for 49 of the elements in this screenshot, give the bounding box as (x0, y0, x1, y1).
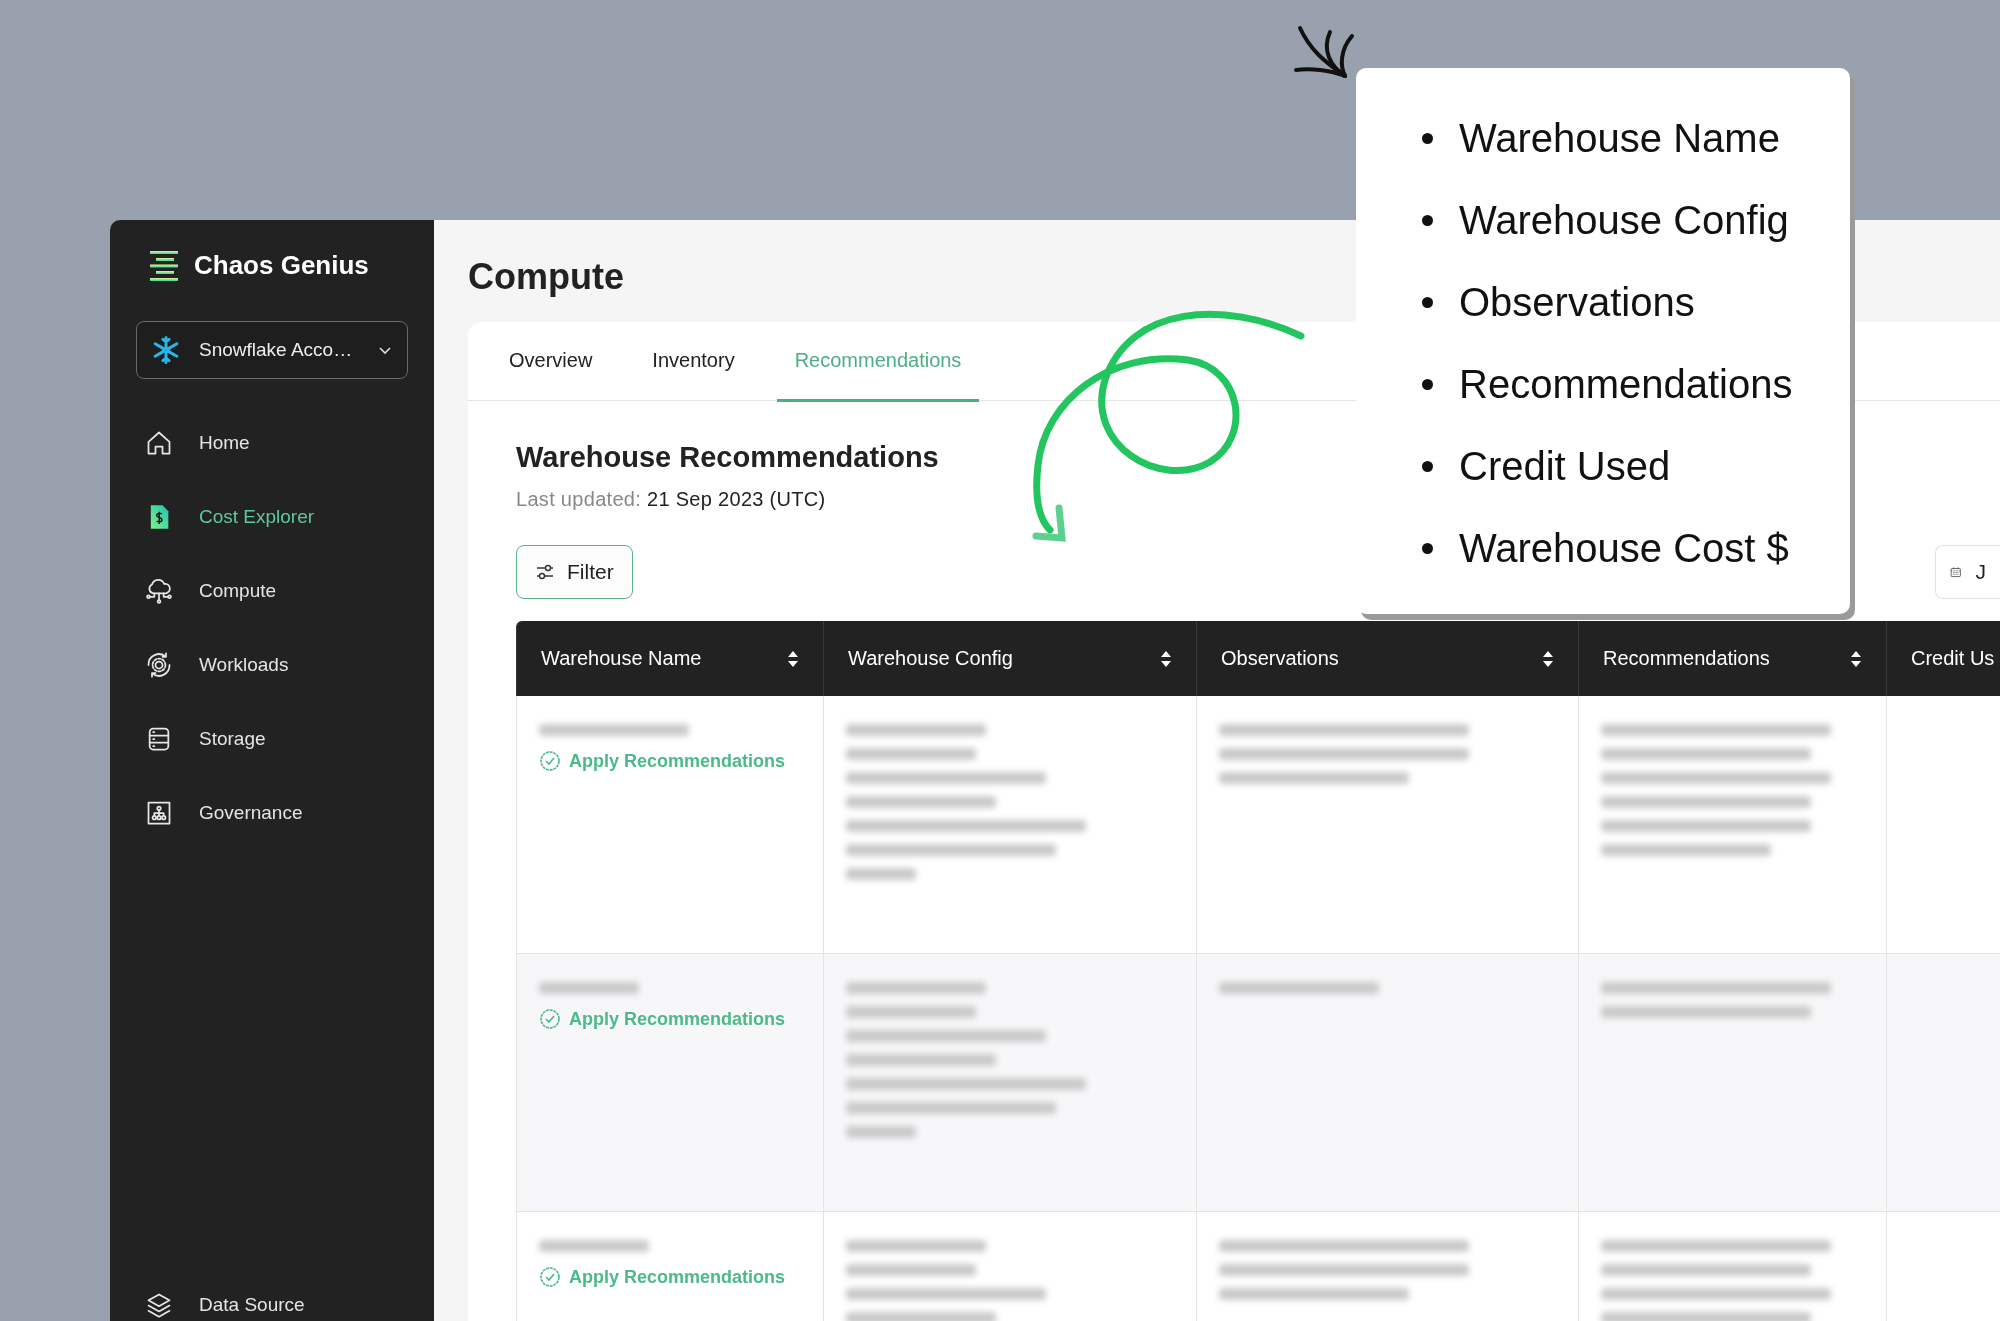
check-badge-icon (539, 1008, 561, 1030)
sidebar-item[interactable]: Data Source (136, 1289, 305, 1321)
sidebar-item[interactable]: Storage (136, 725, 266, 753)
callout-item: Recommendations (1459, 362, 1793, 407)
gear-cycle-icon (145, 651, 173, 679)
logo-icon (148, 250, 180, 281)
sort-icon (787, 649, 799, 668)
date-picker-button[interactable]: J (1935, 545, 2000, 599)
brand-name: Chaos Genius (194, 250, 369, 281)
home-icon (145, 429, 173, 457)
column-header[interactable]: Warehouse Config (823, 621, 1196, 696)
callout-item: Warehouse Cost $ (1459, 526, 1789, 571)
bullet-icon (1422, 133, 1433, 144)
tab[interactable]: Overview (491, 322, 611, 402)
sidebar-item[interactable]: Home (136, 429, 250, 457)
callout-item: Observations (1459, 280, 1695, 325)
column-header[interactable]: Observations (1196, 621, 1578, 696)
sort-icon (1160, 649, 1172, 668)
callout-item: Warehouse Name (1459, 116, 1780, 161)
tab[interactable]: Inventory (634, 322, 753, 402)
cloud-network-icon (145, 577, 173, 605)
bullet-icon (1422, 215, 1433, 226)
section-title: Warehouse Recommendations (516, 441, 939, 474)
column-header[interactable]: Credit Us (1886, 621, 2000, 696)
page-title: Compute (468, 256, 625, 298)
snowflake-icon (151, 335, 181, 365)
callout-item: Warehouse Config (1459, 198, 1789, 243)
sparkle-drawing (1294, 26, 1354, 78)
bullet-icon (1422, 297, 1433, 308)
sort-icon (1850, 649, 1862, 668)
check-badge-icon (539, 1266, 561, 1288)
sort-icon (1542, 649, 1554, 668)
sidebar-item[interactable]: Governance (136, 799, 303, 827)
column-header[interactable]: Recommendations (1578, 621, 1886, 696)
bullet-icon (1422, 379, 1433, 390)
callout-item: Credit Used (1459, 444, 1671, 489)
sidebar-item[interactable]: Cost Explorer (136, 503, 315, 531)
filter-button[interactable]: Filter (516, 545, 633, 599)
check-badge-icon (539, 750, 561, 772)
sliders-icon (535, 562, 555, 582)
org-chart-icon (145, 799, 173, 827)
column-header[interactable]: Warehouse Name (516, 621, 823, 696)
sidebar-item[interactable]: Compute (136, 577, 277, 605)
bullet-icon (1422, 543, 1433, 554)
last-updated-text: Last updated: 21 Sep 2023 (UTC) (516, 488, 826, 511)
sidebar-item[interactable]: Workloads (136, 651, 289, 679)
account-dropdown[interactable]: Snowflake Acco… (136, 321, 408, 379)
layers-icon (145, 1291, 173, 1319)
bullet-icon (1422, 461, 1433, 472)
